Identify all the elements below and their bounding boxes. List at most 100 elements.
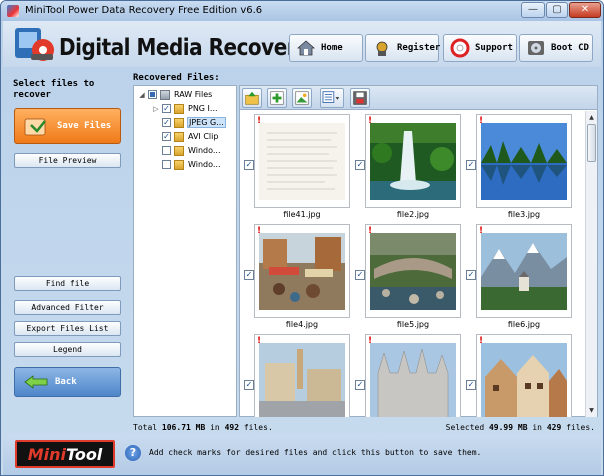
add-button[interactable] bbox=[267, 88, 287, 108]
file-tile[interactable]: ✓ ! file2.jpg bbox=[355, 114, 467, 224]
folder-icon bbox=[174, 159, 184, 170]
file-checkbox[interactable]: ✓ bbox=[466, 270, 476, 280]
expand-icon[interactable]: ◢ bbox=[138, 91, 146, 99]
file-preview-button[interactable]: File Preview bbox=[14, 153, 121, 168]
save-view-button[interactable] bbox=[350, 88, 370, 108]
up-folder-button[interactable] bbox=[242, 88, 262, 108]
checkbox-windows-1[interactable] bbox=[162, 146, 171, 155]
checkbox-avi[interactable]: ✓ bbox=[162, 132, 171, 141]
save-icon bbox=[353, 91, 367, 105]
app-icon bbox=[7, 5, 19, 17]
close-button[interactable]: ✕ bbox=[569, 2, 601, 18]
tree-item-jpeg[interactable]: ✓ JPEG G... bbox=[160, 116, 226, 129]
selected-suffix: files. bbox=[566, 423, 595, 432]
total-status: Total 106.71 MB in 492 files. bbox=[133, 423, 273, 432]
checkbox-windows-2[interactable] bbox=[162, 160, 171, 169]
title-bar: MiniTool Power Data Recovery Free Editio… bbox=[1, 1, 603, 21]
tree-item-windows-2[interactable]: Windo... bbox=[160, 158, 222, 171]
advanced-filter-button[interactable]: Advanced Filter bbox=[14, 300, 121, 315]
select-files-title: Select files to recover bbox=[13, 79, 95, 100]
find-file-button[interactable]: Find file bbox=[14, 276, 121, 291]
app-header: Digital Media Recovery Home Register Sup… bbox=[3, 21, 601, 67]
logo-tool: Tool bbox=[65, 445, 103, 464]
file-tile[interactable]: ✓ ! file4.jpg bbox=[244, 224, 356, 334]
folder-icon bbox=[174, 145, 184, 156]
vertical-scrollbar[interactable]: ▲ ▼ bbox=[585, 111, 597, 417]
save-files-icon bbox=[24, 118, 46, 136]
legend-button[interactable]: Legend bbox=[14, 342, 121, 357]
minitool-logo: MiniTool bbox=[15, 440, 115, 468]
file-checkbox[interactable]: ✓ bbox=[466, 380, 476, 390]
file-checkbox[interactable]: ✓ bbox=[244, 160, 254, 170]
selected-count: 429 bbox=[546, 423, 562, 432]
back-arrow-icon bbox=[24, 375, 48, 389]
help-icon[interactable]: ? bbox=[125, 445, 141, 461]
tree-item-windows-1[interactable]: Windo... bbox=[160, 144, 222, 157]
thumbnail-frame: ! bbox=[254, 114, 350, 208]
maximize-button[interactable]: ▢ bbox=[546, 2, 568, 18]
image-view-button[interactable] bbox=[292, 88, 312, 108]
main-panel: Recovered Files: ◢ RAW Files ▷ ✓ PNG I..… bbox=[131, 69, 601, 437]
view-mode-icon bbox=[322, 91, 340, 103]
thumbnail-frame: ! bbox=[254, 224, 350, 318]
tree-item-png[interactable]: ▷ ✓ PNG I... bbox=[152, 102, 219, 115]
file-checkbox[interactable]: ✓ bbox=[355, 160, 365, 170]
scroll-up-icon[interactable]: ▲ bbox=[586, 112, 597, 123]
export-files-list-button[interactable]: Export Files List bbox=[14, 321, 121, 336]
file-tile[interactable]: ✓ ! file5.jpg bbox=[355, 224, 467, 334]
file-tile[interactable]: ✓ ! file3.jpg bbox=[466, 114, 578, 224]
file-tile[interactable]: ✓ ! bbox=[466, 334, 578, 417]
scroll-down-icon[interactable]: ▼ bbox=[586, 405, 597, 416]
file-checkbox[interactable]: ✓ bbox=[466, 160, 476, 170]
file-tile[interactable]: ✓ ! bbox=[244, 334, 356, 417]
recovered-files-title: Recovered Files: bbox=[133, 73, 220, 83]
boot-cd-label: Boot CD bbox=[551, 43, 589, 53]
file-name: file3.jpg bbox=[507, 210, 541, 219]
register-label: Register bbox=[397, 43, 441, 53]
village-thumbnail bbox=[481, 343, 567, 417]
file-checkbox[interactable]: ✓ bbox=[355, 270, 365, 280]
checkbox-jpeg[interactable]: ✓ bbox=[162, 118, 171, 127]
scroll-thumb[interactable] bbox=[587, 124, 596, 162]
thumbnail-frame: ! bbox=[476, 224, 572, 318]
footer-bar: MiniTool ? Add check marks for desired f… bbox=[3, 437, 601, 475]
register-button[interactable]: Register bbox=[365, 34, 441, 62]
viewer-toolbar bbox=[240, 86, 597, 110]
back-label: Back bbox=[55, 377, 77, 387]
total-count: 492 bbox=[224, 423, 240, 432]
expand-icon[interactable]: ▷ bbox=[152, 105, 160, 113]
home-label: Home bbox=[321, 43, 343, 53]
tree-item-avi[interactable]: ✓ AVI Clip bbox=[160, 130, 219, 143]
file-checkbox[interactable]: ✓ bbox=[244, 380, 254, 390]
folder-icon bbox=[174, 103, 184, 114]
tree-item-raw-files[interactable]: ◢ RAW Files bbox=[138, 88, 213, 101]
checkbox-png[interactable]: ✓ bbox=[162, 104, 171, 113]
register-icon bbox=[376, 41, 388, 56]
save-files-label: Save Files bbox=[57, 121, 112, 131]
total-label: Total bbox=[133, 423, 158, 432]
back-button[interactable]: Back bbox=[14, 367, 121, 397]
thumbnail-frame: ! bbox=[476, 334, 572, 417]
file-tile[interactable]: ✓ ! bbox=[355, 334, 467, 417]
support-icon bbox=[450, 38, 470, 58]
image-view-icon bbox=[295, 91, 309, 105]
media-recovery-logo-icon bbox=[15, 28, 54, 61]
checkbox-raw-files[interactable] bbox=[148, 90, 157, 99]
add-icon bbox=[270, 91, 284, 105]
thumbnail-frame: ! bbox=[365, 114, 461, 208]
support-button[interactable]: Support bbox=[443, 34, 517, 62]
save-files-button[interactable]: Save Files bbox=[14, 108, 121, 144]
home-button[interactable]: Home bbox=[289, 34, 363, 62]
minimize-button[interactable]: — bbox=[521, 2, 545, 18]
file-tile[interactable]: ✓ ! file41.jpg bbox=[244, 114, 356, 224]
file-checkbox[interactable]: ✓ bbox=[355, 380, 365, 390]
boot-cd-button[interactable]: Boot CD bbox=[519, 34, 593, 62]
folder-icon bbox=[174, 131, 184, 142]
bootcd-icon bbox=[528, 41, 544, 55]
view-mode-button[interactable] bbox=[320, 88, 344, 108]
tree-label: RAW Files bbox=[174, 90, 213, 99]
file-checkbox[interactable]: ✓ bbox=[244, 270, 254, 280]
thumbnail-frame: ! bbox=[476, 114, 572, 208]
file-tile[interactable]: ✓ ! file6.jpg bbox=[466, 224, 578, 334]
file-type-tree: ◢ RAW Files ▷ ✓ PNG I... ✓ JPEG G... ✓ A… bbox=[133, 85, 237, 417]
